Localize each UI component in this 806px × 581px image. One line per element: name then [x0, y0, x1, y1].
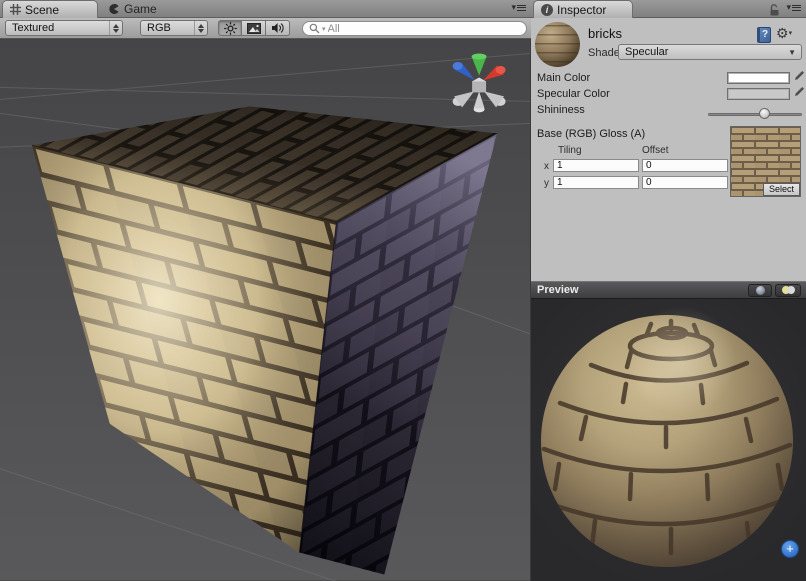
color-mode-dropdown[interactable]: RGB	[140, 20, 208, 36]
offset-label: Offset	[642, 145, 669, 156]
tab-game[interactable]: Game	[108, 0, 157, 18]
search-icon	[309, 23, 320, 34]
main-color-label: Main Color	[537, 72, 590, 84]
preview-title: Preview	[531, 284, 748, 296]
tiling-row-x-label: x	[544, 161, 549, 172]
shader-value: Specular	[619, 46, 788, 58]
scene-viewport[interactable]	[0, 39, 531, 581]
speaker-icon	[271, 22, 284, 34]
scene-grid-icon	[10, 4, 21, 15]
preview-header[interactable]: Preview	[531, 281, 806, 299]
audio-toggle-button[interactable]	[266, 20, 290, 36]
dropdown-arrows-icon	[194, 21, 207, 35]
help-icon[interactable]: ?	[757, 27, 771, 43]
render-mode-value: Textured	[6, 22, 109, 34]
shininess-slider-thumb[interactable]	[759, 108, 770, 119]
eyedropper-icon[interactable]	[793, 70, 804, 84]
shader-dropdown[interactable]: Specular ▼	[618, 44, 802, 60]
inspector-panel: i Inspector ▾ bricks Shader Specular ▼	[531, 0, 806, 581]
sphere-icon	[756, 286, 765, 295]
inspector-body: bricks Shader Specular ▼ ? ⚙▾ Main Color…	[531, 18, 806, 581]
texture-slot-label: Base (RGB) Gloss (A)	[537, 128, 645, 140]
game-icon	[108, 3, 120, 15]
unity-editor-window: Scene Game ▾ Textured RGB	[0, 0, 806, 581]
shininess-slider-track[interactable]	[708, 113, 802, 116]
main-color-swatch[interactable]	[727, 72, 790, 84]
light-dot-icon	[787, 286, 795, 294]
inspector-tabbar: i Inspector ▾	[531, 0, 806, 18]
specular-color-swatch[interactable]	[727, 88, 790, 100]
inspector-panel-menu-icon[interactable]: ▾	[786, 3, 801, 12]
render-mode-dropdown[interactable]: Textured	[5, 20, 123, 36]
scene-toolbar: Textured RGB	[0, 18, 531, 39]
tab-inspector-label: Inspector	[557, 3, 606, 17]
material-preview-ball	[535, 22, 580, 67]
offset-y-input[interactable]	[642, 176, 728, 189]
tiling-label: Tiling	[558, 145, 582, 156]
dropdown-arrows-icon	[109, 21, 122, 35]
scene-tabbar: Scene Game ▾	[0, 0, 531, 18]
tab-inspector[interactable]: i Inspector	[533, 0, 633, 18]
specular-color-label: Specular Color	[537, 88, 610, 100]
select-texture-button[interactable]: Select	[763, 183, 800, 196]
color-mode-value: RGB	[141, 22, 194, 34]
preview-sphere	[531, 299, 806, 581]
skybox-toggle-button[interactable]	[242, 20, 266, 36]
tiling-y-input[interactable]	[553, 176, 639, 189]
material-name: bricks	[588, 26, 622, 41]
preview-model-button[interactable]	[748, 284, 772, 297]
preview-lighting-button[interactable]	[775, 284, 801, 297]
scene-search-field[interactable]: ▾	[302, 21, 527, 36]
search-filter-arrow-icon: ▾	[322, 25, 326, 33]
tiling-x-input[interactable]	[553, 159, 639, 172]
add-button[interactable]: +	[781, 540, 799, 558]
tab-scene[interactable]: Scene	[2, 0, 98, 18]
tiling-row-y-label: y	[544, 178, 549, 189]
chevron-down-icon: ▼	[788, 48, 801, 57]
lighting-toggle-button[interactable]	[218, 20, 242, 36]
texture-thumbnail[interactable]: Select	[730, 126, 801, 197]
shininess-label: Shininess	[537, 104, 585, 116]
sun-icon	[224, 22, 237, 35]
image-icon	[247, 23, 261, 34]
search-input[interactable]	[328, 23, 520, 35]
eyedropper-icon[interactable]	[793, 86, 804, 100]
offset-x-input[interactable]	[642, 159, 728, 172]
scene-panel: Scene Game ▾ Textured RGB	[0, 0, 531, 581]
material-preview-area[interactable]: +	[531, 299, 806, 581]
tab-scene-label: Scene	[25, 3, 59, 17]
tab-game-label: Game	[124, 2, 157, 16]
gear-icon[interactable]: ⚙▾	[776, 26, 792, 40]
scene-panel-menu-icon[interactable]: ▾	[511, 3, 526, 12]
info-icon: i	[541, 4, 553, 16]
